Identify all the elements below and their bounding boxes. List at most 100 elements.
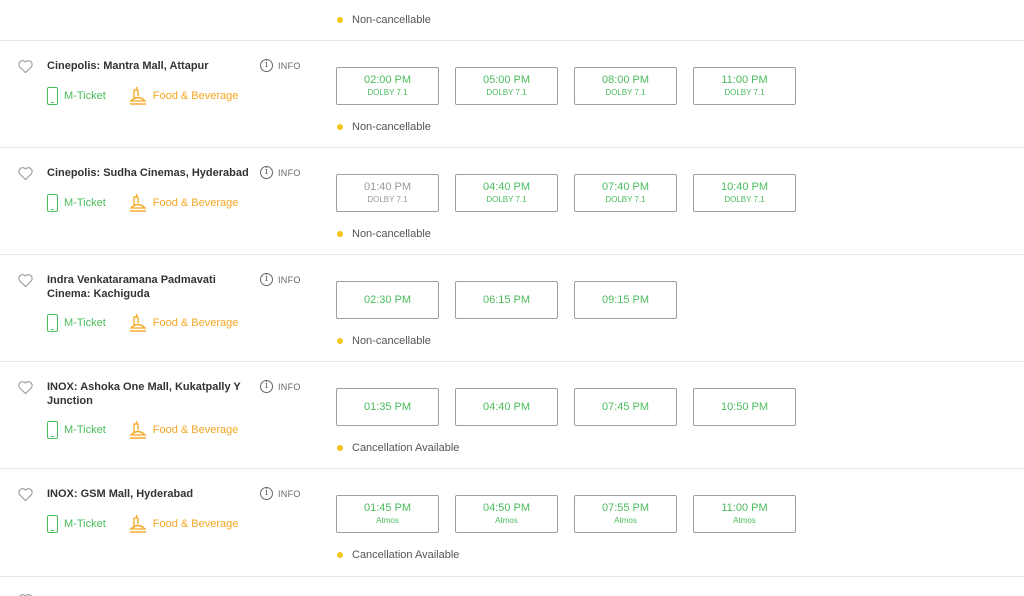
showtime-format: DOLBY 7.1 bbox=[367, 88, 408, 97]
showtime-button[interactable]: 07:55 PM Atmos bbox=[574, 495, 677, 533]
showtime-button[interactable]: 11:00 PM DOLBY 7.1 bbox=[693, 67, 796, 105]
info-button[interactable]: i INFO bbox=[260, 273, 301, 286]
showtime-button[interactable]: 05:00 PM DOLBY 7.1 bbox=[455, 67, 558, 105]
info-icon: i bbox=[260, 487, 273, 500]
showtime-time: 06:15 PM bbox=[482, 293, 531, 306]
venue-row: Indra Venkataramana Padmavati Cinema: Ka… bbox=[0, 255, 1024, 362]
showtime-button[interactable]: 09:15 PM bbox=[574, 281, 677, 319]
cancellation-status: Non-cancellable bbox=[337, 335, 431, 347]
mobile-phone-icon bbox=[47, 314, 58, 332]
showtime-button[interactable]: 04:40 PM DOLBY 7.1 bbox=[455, 174, 558, 212]
showtime-time: 04:50 PM bbox=[482, 502, 531, 514]
info-label: INFO bbox=[278, 60, 301, 71]
info-button[interactable]: i INFO bbox=[260, 59, 301, 72]
showtime-time: 07:40 PM bbox=[601, 181, 650, 193]
showtime-button[interactable]: 04:40 PM bbox=[455, 388, 558, 426]
showtime-button[interactable]: 11:00 PM Atmos bbox=[693, 495, 796, 533]
food-beverage-badge: Food & Beverage bbox=[128, 420, 239, 440]
status-dot bbox=[337, 445, 343, 451]
venue-amenities: M-Ticket Food & Beverage bbox=[47, 86, 238, 106]
showtime-time: 01:40 PM bbox=[363, 181, 412, 193]
showtime-button[interactable]: 08:00 PM DOLBY 7.1 bbox=[574, 67, 677, 105]
status-dot bbox=[337, 231, 343, 237]
cancellation-status: Cancellation Available bbox=[337, 549, 459, 561]
showtime-time: 11:00 PM bbox=[721, 502, 768, 514]
cancellation-status: Cancellation Available bbox=[337, 442, 459, 454]
venue-name[interactable]: Cinepolis: Sudha Cinemas, Hyderabad bbox=[47, 166, 252, 180]
food-beverage-badge: Food & Beverage bbox=[128, 313, 238, 333]
showtime-format: DOLBY 7.1 bbox=[724, 195, 765, 204]
showtime-time: 01:35 PM bbox=[363, 400, 412, 413]
venue-name[interactable]: INOX: Ashoka One Mall, Kukatpally Y Junc… bbox=[47, 380, 252, 408]
m-ticket-label: M-Ticket bbox=[64, 317, 106, 329]
showtime-button[interactable]: 06:15 PM bbox=[455, 281, 558, 319]
showtime-button[interactable]: 01:40 PM DOLBY 7.1 bbox=[336, 174, 439, 212]
showtime-time: 01:45 PM bbox=[363, 502, 412, 514]
food-beverage-label: Food & Beverage bbox=[152, 90, 239, 102]
venue-amenities: M-Ticket Food & Beverage bbox=[47, 514, 238, 534]
mobile-phone-icon bbox=[47, 194, 58, 212]
mobile-phone-icon bbox=[47, 87, 58, 105]
heart-icon[interactable] bbox=[17, 59, 34, 74]
showtime-format: Atmos bbox=[376, 516, 399, 525]
showtime-button[interactable]: 07:40 PM DOLBY 7.1 bbox=[574, 174, 677, 212]
showtime-list: 02:00 PM DOLBY 7.1 05:00 PM DOLBY 7.1 08:00 … bbox=[336, 67, 796, 105]
heart-icon[interactable] bbox=[17, 166, 34, 181]
showtime-list: 01:45 PM Atmos 04:50 PM Atmos 07:55 PM Atmos 1… bbox=[336, 495, 796, 533]
status-dot bbox=[337, 338, 343, 344]
showtime-button[interactable]: 04:50 PM Atmos bbox=[455, 495, 558, 533]
info-button[interactable]: i INFO bbox=[260, 487, 301, 500]
showtime-time: 02:30 PM bbox=[363, 293, 412, 306]
showtime-list: 01:40 PM DOLBY 7.1 04:40 PM DOLBY 7.1 07:40 … bbox=[336, 174, 796, 212]
showtime-format: DOLBY 7.1 bbox=[605, 88, 646, 97]
cancellation-label: Non-cancellable bbox=[352, 14, 431, 26]
heart-icon[interactable] bbox=[17, 273, 34, 288]
heart-icon[interactable] bbox=[17, 380, 34, 395]
m-ticket-label: M-Ticket bbox=[64, 197, 106, 209]
showtime-time: 02:00 PM bbox=[363, 74, 412, 86]
info-button[interactable]: i INFO bbox=[260, 380, 301, 393]
showtime-button[interactable]: 07:45 PM bbox=[574, 388, 677, 426]
info-icon: i bbox=[260, 273, 273, 286]
cancellation-label: Cancellation Available bbox=[352, 442, 460, 454]
food-beverage-icon bbox=[129, 313, 147, 332]
food-beverage-icon bbox=[129, 86, 147, 105]
cancellation-label: Cancellation Available bbox=[352, 549, 460, 561]
next-venue-partial bbox=[0, 577, 1024, 596]
heart-icon[interactable] bbox=[17, 487, 34, 502]
previous-venue-footer: Non-cancellable bbox=[0, 0, 1024, 41]
showtime-button[interactable]: 02:30 PM bbox=[336, 281, 439, 319]
showtime-format: Atmos bbox=[495, 516, 518, 525]
m-ticket-label: M-Ticket bbox=[64, 518, 106, 530]
showtime-button[interactable]: 01:35 PM bbox=[336, 388, 439, 426]
info-label: INFO bbox=[278, 167, 301, 178]
showtime-button[interactable]: 10:50 PM bbox=[693, 388, 796, 426]
showtime-time: 07:55 PM bbox=[601, 502, 650, 514]
food-beverage-badge: Food & Beverage bbox=[128, 193, 238, 213]
venue-name[interactable]: Indra Venkataramana Padmavati Cinema: Ka… bbox=[47, 273, 252, 301]
showtime-time: 05:00 PM bbox=[482, 74, 531, 86]
cancellation-label: Non-cancellable bbox=[352, 335, 431, 347]
food-beverage-badge: Food & Beverage bbox=[128, 86, 239, 106]
food-beverage-label: Food & Beverage bbox=[152, 424, 239, 436]
status-dot bbox=[337, 17, 343, 23]
info-button[interactable]: i INFO bbox=[260, 166, 301, 179]
status-dot bbox=[337, 552, 343, 558]
showtime-button[interactable]: 10:40 PM DOLBY 7.1 bbox=[693, 174, 796, 212]
m-ticket-badge: M-Ticket bbox=[47, 314, 106, 332]
cancellation-status: Non-cancellable bbox=[337, 14, 431, 26]
venue-row: Cinepolis: Sudha Cinemas, Hyderabad i IN… bbox=[0, 148, 1024, 255]
showtime-format: Atmos bbox=[733, 516, 756, 525]
venue-name[interactable]: Cinepolis: Mantra Mall, Attapur bbox=[47, 59, 252, 73]
venue-name[interactable]: INOX: GSM Mall, Hyderabad bbox=[47, 487, 252, 501]
cancellation-label: Non-cancellable bbox=[352, 121, 431, 133]
food-beverage-badge: Food & Beverage bbox=[128, 514, 238, 534]
venue-amenities: M-Ticket Food & Beverage bbox=[47, 313, 238, 333]
showtime-button[interactable]: 01:45 PM Atmos bbox=[336, 495, 439, 533]
showtime-button[interactable]: 02:00 PM DOLBY 7.1 bbox=[336, 67, 439, 105]
venue-row: INOX: Ashoka One Mall, Kukatpally Y Junc… bbox=[0, 362, 1024, 469]
food-beverage-icon bbox=[129, 193, 147, 212]
showtime-time: 11:00 PM bbox=[721, 74, 768, 86]
m-ticket-badge: M-Ticket bbox=[47, 421, 106, 439]
venue-amenities: M-Ticket Food & Beverage bbox=[47, 193, 238, 213]
